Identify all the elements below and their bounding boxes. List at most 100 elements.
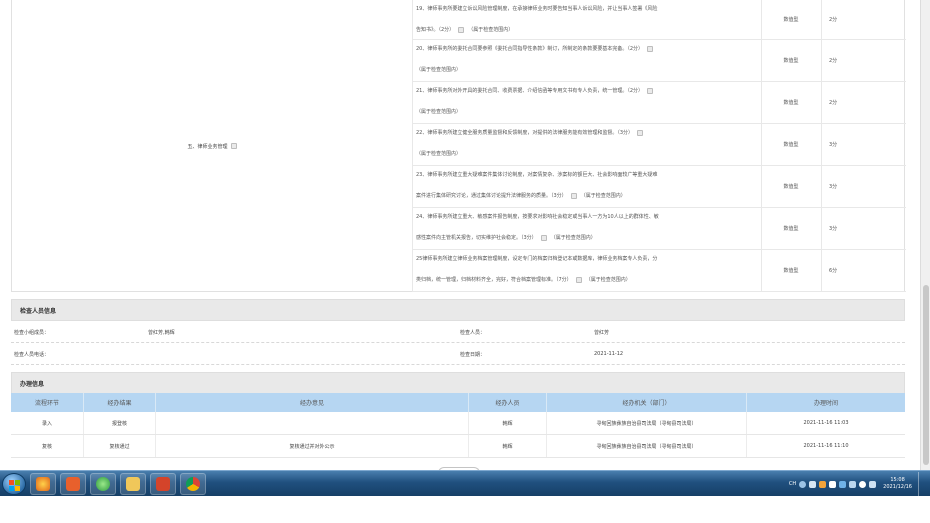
taskbar-ppt-button[interactable] [60,473,86,495]
network-icon[interactable] [839,480,847,488]
column-header: 经办机关（部门） [547,393,747,412]
item-score: 3分 [829,184,838,190]
item-type: 数值型 [783,142,799,148]
security-icon[interactable] [819,480,827,488]
inspection-item-row: 24、律师事务所建立重大、敏感案件报告制度，按要求对影响社会稳定或当事人一方为1… [412,208,906,250]
item-text-line: 21、律师事务所对外开具的委托合同、收费票据、介绍信函等专用文书有专人负责，统一… [416,81,746,102]
column-header: 经办意见 [156,393,469,412]
help-icon[interactable] [799,480,807,488]
date-value: 2021-11-12 [594,351,624,357]
item-type: 数值型 [783,100,799,106]
volume-icon[interactable] [859,480,867,488]
phone-label: 检查人员电话： [14,351,50,358]
inspection-item-row: 23、律师事务所建立重大疑难案件集体讨论制度，对案情复杂、涉案标的额巨大、社会影… [412,166,906,208]
item-checkbox[interactable] [540,234,547,241]
inspector-phone-row: 检查人员电话： 检查日期： 2021-11-12 [11,343,905,365]
date-label: 检查日期： [460,351,486,358]
table-cell: 韩辉 [469,435,547,457]
table-row: 复核 复核通过 复核通过并对外公示 韩辉 寻甸回族彝族自治县司法局（寻甸县司法局… [11,435,905,458]
table-cell: 寻甸回族彝族自治县司法局（寻甸县司法局） [547,435,747,457]
table-cell: 录入 [11,412,84,434]
item-score: 6分 [829,268,838,274]
chrome-icon [186,477,200,491]
ppt-icon [66,477,80,491]
windows-logo-icon [9,486,14,491]
item-description: 22、律师事务所建立健全服务质量监督和反馈制度，对提供的法律服务能有效管理和监督… [416,123,746,165]
browser-icon [96,477,110,491]
clock[interactable]: 15:08 2021/12/16 [883,477,912,491]
scope-label: （属于检查范围内） [468,27,514,33]
table-cell [156,412,469,434]
column-header: 办理时间 [813,400,838,407]
processing-table-header: 流程环节 经办结果 经办意见 经办人员 经办机关（部门） 办理时间 [11,393,905,412]
item-checkbox[interactable] [647,45,654,52]
item-text-line: 25律师事务所建立律师业务档案管理制度，设定专门的档案归档登记本或数据库，律师业… [416,256,658,262]
item-text-line: 21、律师事务所对外开具的委托合同、收费票据、介绍信函等专用文书有专人负责，统一… [416,88,644,94]
item-description: 23、律师事务所建立重大疑难案件集体讨论制度，对案情复杂、涉案标的额巨大、社会影… [416,165,746,207]
table-cell: 复核 [11,435,84,457]
item-type: 数值型 [783,58,799,64]
explorer-folder-icon [126,477,140,491]
item-score: 2分 [829,58,838,64]
flag-icon[interactable] [869,480,877,488]
table-cell: 韩辉 [469,412,547,434]
item-score: 2分 [829,100,838,106]
table-cell: 寻甸回族彝族自治县司法局（寻甸县司法局） [547,412,747,434]
inspector-value: 曾红芳 [594,329,610,336]
category-checkbox[interactable] [230,143,237,149]
inspection-item-row: 21、律师事务所对外开具的委托合同、收费票据、介绍信函等专用文书有专人负责，统一… [412,82,906,124]
inspection-item-row: 20、律师事务所的委托合同要参照《委托合同指导性条款》制订，所制定的条款要要基本… [412,40,906,82]
language-indicator[interactable]: CH [789,481,796,487]
item-text-line: （属于检查范围内） [416,60,746,81]
item-description: 20、律师事务所的委托合同要参照《委托合同指导性条款》制订，所制定的条款要要基本… [416,39,746,81]
category-cell: 五、律师业务管理 [12,0,412,292]
item-score: 2分 [829,17,838,23]
item-checkbox[interactable] [647,87,654,94]
taskbar-browser-button[interactable] [90,473,116,495]
item-type: 数值型 [783,17,799,23]
item-checkbox[interactable] [458,26,465,33]
scope-label: （属于检查范围内） [416,67,462,73]
item-description: 19、律师事务所要建立诉讼风险管理制度，在承接律师业务时要告知当事人诉讼风险，并… [416,0,746,41]
page-viewport: 五、律师业务管理 19、律师事务所要建立诉讼风险管理制度，在承接律师业务时要告知… [0,0,920,470]
taskbar-explorer-button[interactable] [120,473,146,495]
category-label: 五、律师业务管理 [187,143,228,150]
taskbar-chrome-button[interactable] [180,473,206,495]
vertical-scrollbar[interactable] [920,0,930,470]
item-text-line: 20、律师事务所的委托合同要参照《委托合同指导性条款》制订，所制定的条款要要基本… [416,39,746,60]
display-icon[interactable] [849,480,857,488]
column-header: 经办人员 [469,393,547,412]
taskbar: CH 15:08 2021/12/16 [0,470,930,496]
item-score: 3分 [829,226,838,232]
inspection-item-row: 25律师事务所建立律师业务档案管理制度，设定专门的档案归档登记本或数据库，律师业… [412,250,906,292]
input-method-icon[interactable] [809,480,817,488]
inspection-item-row: 19、律师事务所要建立诉讼风险管理制度，在承接律师业务时要告知当事人诉讼风险，并… [412,0,906,40]
scope-label: （属于检查范围内） [550,235,596,241]
windows-logo-icon [15,480,20,485]
scope-label: （属于检查范围内） [585,277,631,283]
processing-section-header: 办理信息 [11,372,905,394]
ie-icon [36,477,50,491]
table-row: 录入 报登核 韩辉 寻甸回族彝族自治县司法局（寻甸县司法局） 2021-11-1… [11,412,905,435]
item-checkbox[interactable] [637,129,644,136]
taskbar-ie-button[interactable] [30,473,56,495]
item-checkbox[interactable] [570,192,577,199]
taskbar-presentation-button[interactable] [150,473,176,495]
presentation-icon [156,477,170,491]
show-desktop-button[interactable] [918,472,924,496]
item-text-line: 20、律师事务所的委托合同要参照《委托合同指导性条款》制订，所制定的条款要要基本… [416,46,644,52]
column-header: 经办结果 [84,393,156,412]
item-description: 21、律师事务所对外开具的委托合同、收费票据、介绍信函等专用文书有专人负责，统一… [416,81,746,123]
item-text-continuation: 感性案件向主管机关报告，切实维护社会稳定。（3分） [416,235,537,241]
item-text-line: （属于检查范围内） [416,144,746,165]
start-button[interactable] [2,473,26,495]
tray-app-icon[interactable] [829,480,837,488]
item-text-continuation: 类归档，统一管理，归档材料齐全，完好，符合档案管理标准。（7分） [416,277,572,283]
inspector-label: 检查人员： [460,329,486,336]
item-text-line: 23、律师事务所建立重大疑难案件集体讨论制度，对案情复杂、涉案标的额巨大、社会影… [416,172,658,178]
group-label: 检查小组成员： [14,329,50,336]
scrollbar-thumb[interactable] [923,285,929,465]
item-checkbox[interactable] [575,276,582,283]
item-type: 数值型 [783,184,799,190]
item-score: 3分 [829,142,838,148]
